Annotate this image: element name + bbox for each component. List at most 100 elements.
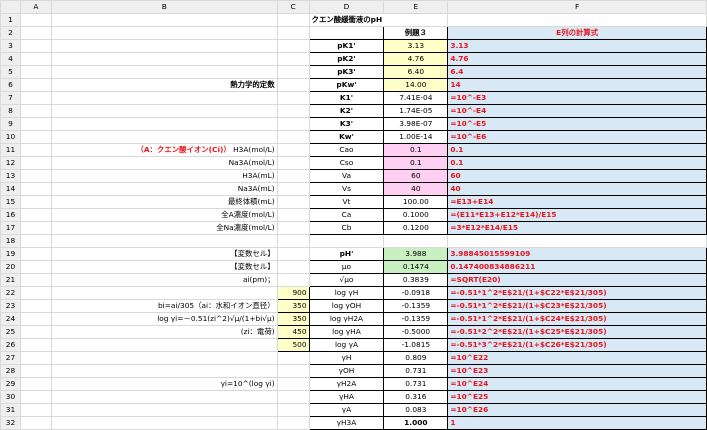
cell-d3[interactable]: pK1' bbox=[308, 39, 385, 53]
cell-f23[interactable]: =-0.51*1^2*E$21/(1+$C23*E$21/305) bbox=[447, 299, 707, 313]
cell-c17[interactable] bbox=[276, 221, 310, 235]
cell-e12[interactable]: 0.1 bbox=[383, 156, 449, 170]
cell-c2[interactable] bbox=[276, 26, 310, 40]
cell-c11[interactable] bbox=[276, 143, 310, 157]
cell-e21[interactable]: 0.3839 bbox=[383, 273, 449, 287]
cell-a23[interactable] bbox=[19, 299, 52, 313]
cell-d21[interactable]: √μo bbox=[308, 273, 385, 287]
cell-f27[interactable]: =10^E22 bbox=[447, 351, 707, 365]
cell-a11[interactable] bbox=[19, 143, 52, 157]
cell-d13[interactable]: Va bbox=[308, 169, 385, 183]
cell-d24[interactable]: log γH2A bbox=[308, 312, 385, 326]
cell-c27[interactable] bbox=[276, 351, 310, 365]
cell-c13[interactable] bbox=[276, 169, 310, 183]
cell-f19[interactable]: 3.98845015599109 bbox=[447, 247, 707, 261]
cell-e32[interactable]: 1.000 bbox=[383, 416, 449, 430]
cell-d15[interactable]: Vt bbox=[308, 195, 385, 209]
cell-c14[interactable] bbox=[276, 182, 310, 196]
cell-e2[interactable]: 例題３ bbox=[383, 26, 449, 40]
cell-c9[interactable] bbox=[276, 117, 310, 131]
cell-b27[interactable] bbox=[50, 351, 278, 365]
cell-c21[interactable] bbox=[276, 273, 310, 287]
cell-e20[interactable]: 0.1474 bbox=[383, 260, 449, 274]
cell-e28[interactable]: 0.731 bbox=[383, 364, 449, 378]
cell-d27[interactable]: γH bbox=[308, 351, 385, 365]
cell-d32[interactable]: γH3A bbox=[308, 416, 385, 430]
cell-c26[interactable]: 500 bbox=[276, 338, 310, 352]
column-header-a[interactable]: A bbox=[19, 0, 52, 14]
cell-b18[interactable] bbox=[50, 234, 278, 248]
cell-b23[interactable]: bi=ai/305（ai：水和イオン直径） bbox=[50, 299, 278, 313]
cell-a22[interactable] bbox=[19, 286, 52, 300]
cell-e8[interactable]: 1.74E-05 bbox=[383, 104, 449, 118]
cell-f28[interactable]: =10^E23 bbox=[447, 364, 707, 378]
cell-a8[interactable] bbox=[19, 104, 52, 118]
row-header-7[interactable]: 7 bbox=[0, 91, 21, 105]
select-all-corner[interactable] bbox=[0, 0, 21, 14]
row-header-12[interactable]: 12 bbox=[0, 156, 21, 170]
cell-c6[interactable] bbox=[276, 78, 310, 92]
cell-a1[interactable] bbox=[19, 13, 52, 27]
row-header-32[interactable]: 32 bbox=[0, 416, 21, 430]
cell-d23[interactable]: log γOH bbox=[308, 299, 385, 313]
row-header-14[interactable]: 14 bbox=[0, 182, 21, 196]
cell-c10[interactable] bbox=[276, 130, 310, 144]
cell-e15[interactable]: 100.00 bbox=[383, 195, 449, 209]
cell-b8[interactable] bbox=[50, 104, 278, 118]
cell-d8[interactable]: K2' bbox=[308, 104, 385, 118]
row-header-10[interactable]: 10 bbox=[0, 130, 21, 144]
cell-b20[interactable]: 【変数セル】 bbox=[50, 260, 278, 274]
cell-f18[interactable] bbox=[447, 234, 707, 248]
cell-f2[interactable]: E列の計算式 bbox=[447, 26, 707, 40]
cell-a30[interactable] bbox=[19, 390, 52, 404]
row-header-26[interactable]: 26 bbox=[0, 338, 21, 352]
cell-d11[interactable]: Cao bbox=[308, 143, 385, 157]
cell-c8[interactable] bbox=[276, 104, 310, 118]
cell-a25[interactable] bbox=[19, 325, 52, 339]
row-header-16[interactable]: 16 bbox=[0, 208, 21, 222]
cell-e6[interactable]: 14.00 bbox=[383, 78, 449, 92]
row-header-23[interactable]: 23 bbox=[0, 299, 21, 313]
cell-c3[interactable] bbox=[276, 39, 310, 53]
cell-f4[interactable]: 4.76 bbox=[447, 52, 707, 66]
cell-c32[interactable] bbox=[276, 416, 310, 430]
cell-a13[interactable] bbox=[19, 169, 52, 183]
cell-f20[interactable]: 0.147400834886211 bbox=[447, 260, 707, 274]
cell-c5[interactable] bbox=[276, 65, 310, 79]
cell-f25[interactable]: =-0.51*2^2*E$21/(1+$C25*E$21/305) bbox=[447, 325, 707, 339]
row-header-19[interactable]: 19 bbox=[0, 247, 21, 261]
cell-b4[interactable] bbox=[50, 52, 278, 66]
cell-d22[interactable]: log γH bbox=[308, 286, 385, 300]
cell-e30[interactable]: 0.316 bbox=[383, 390, 449, 404]
cell-a31[interactable] bbox=[19, 403, 52, 417]
cell-f14[interactable]: 40 bbox=[447, 182, 707, 196]
row-header-2[interactable]: 2 bbox=[0, 26, 21, 40]
cell-e23[interactable]: -0.1359 bbox=[383, 299, 449, 313]
cell-f11[interactable]: 0.1 bbox=[447, 143, 707, 157]
cell-e26[interactable]: -1.0815 bbox=[383, 338, 449, 352]
cell-f9[interactable]: =10^-E5 bbox=[447, 117, 707, 131]
cell-a10[interactable] bbox=[19, 130, 52, 144]
cell-e31[interactable]: 0.083 bbox=[383, 403, 449, 417]
cell-e27[interactable]: 0.809 bbox=[383, 351, 449, 365]
cell-f15[interactable]: =E13+E14 bbox=[447, 195, 707, 209]
cell-f8[interactable]: =10^-E4 bbox=[447, 104, 707, 118]
row-header-24[interactable]: 24 bbox=[0, 312, 21, 326]
cell-b9[interactable] bbox=[50, 117, 278, 131]
cell-b26[interactable] bbox=[50, 338, 278, 352]
cell-a27[interactable] bbox=[19, 351, 52, 365]
cell-c25[interactable]: 450 bbox=[276, 325, 310, 339]
cell-c16[interactable] bbox=[276, 208, 310, 222]
row-header-17[interactable]: 17 bbox=[0, 221, 21, 235]
cell-d18[interactable] bbox=[308, 234, 385, 248]
cell-f10[interactable]: =10^-E6 bbox=[447, 130, 707, 144]
cell-d9[interactable]: K3' bbox=[308, 117, 385, 131]
cell-d28[interactable]: γOH bbox=[308, 364, 385, 378]
cell-b10[interactable] bbox=[50, 130, 278, 144]
cell-c12[interactable] bbox=[276, 156, 310, 170]
cell-e29[interactable]: 0.731 bbox=[383, 377, 449, 391]
cell-f3[interactable]: 3.13 bbox=[447, 39, 707, 53]
cell-e7[interactable]: 7.41E-04 bbox=[383, 91, 449, 105]
cell-c4[interactable] bbox=[276, 52, 310, 66]
cell-b28[interactable] bbox=[50, 364, 278, 378]
